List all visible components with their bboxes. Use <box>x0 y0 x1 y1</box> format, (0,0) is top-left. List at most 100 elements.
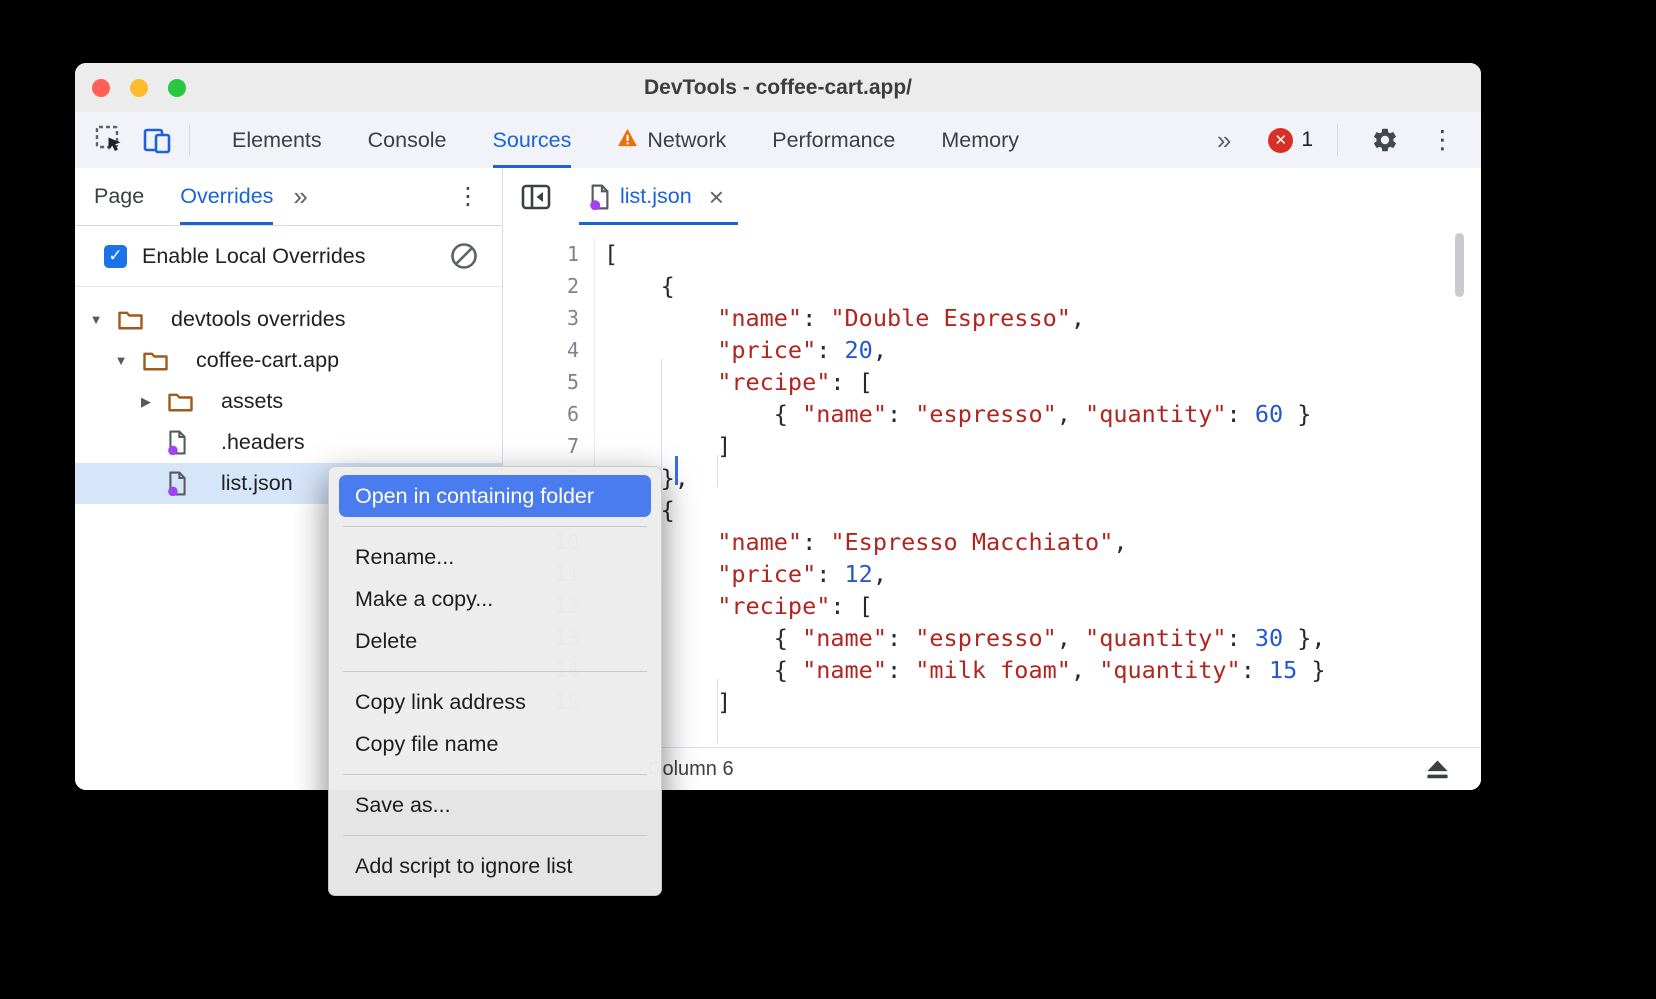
indent-guide <box>717 455 718 487</box>
line-number[interactable]: 6 <box>503 398 595 430</box>
inspect-element-icon[interactable] <box>93 123 127 157</box>
code-line-content: "name": "Espresso Macchiato", <box>595 526 1128 558</box>
window-title: DevTools - coffee-cart.app/ <box>75 63 1481 112</box>
context-menu-item-make-a-copy[interactable]: Make a copy... <box>329 578 661 620</box>
code-line: 7 ] <box>503 430 1481 462</box>
tree-item-coffee-cart-app[interactable]: ▼ coffee-cart.app <box>75 340 502 381</box>
disclosure-expanded-icon[interactable]: ▼ <box>83 312 109 327</box>
warning-icon <box>617 128 638 153</box>
context-menu-item-add-script-to-ignore-list[interactable]: Add script to ignore list <box>329 845 661 887</box>
tab-label: Console <box>368 128 447 153</box>
sidebar-tab-bar: Page Overrides » ⋮ <box>75 168 502 226</box>
folder-icon <box>117 309 151 331</box>
window-titlebar[interactable]: DevTools - coffee-cart.app/ <box>75 63 1481 113</box>
line-number[interactable]: 1 <box>503 238 595 270</box>
tree-item-assets[interactable]: ▶ assets <box>75 381 502 422</box>
context-menu-item-open-in-containing-folder[interactable]: Open in containing folder <box>339 475 651 517</box>
line-number[interactable]: 3 <box>503 302 595 334</box>
line-number[interactable]: 5 <box>503 366 595 398</box>
toolbar-kebab-menu-icon[interactable]: ⋮ <box>1430 125 1455 155</box>
editor-tab-list-json[interactable]: list.json × <box>579 168 738 225</box>
tree-item-label: .headers <box>221 430 305 455</box>
text-cursor <box>675 456 678 485</box>
disclosure-expanded-icon[interactable]: ▼ <box>108 353 134 368</box>
context-menu-item-save-as[interactable]: Save as... <box>329 784 661 826</box>
panel-tabs: Elements Console Sources Network Performance… <box>232 112 1019 168</box>
editor-tab-bar: list.json × <box>503 168 1481 226</box>
eject-icon[interactable] <box>1424 758 1451 781</box>
more-panels-icon[interactable]: » <box>1217 125 1228 156</box>
line-number[interactable]: 2 <box>503 270 595 302</box>
error-count: 1 <box>1301 128 1313 152</box>
tab-sources[interactable]: Sources <box>493 112 572 168</box>
toolbar-separator <box>189 124 190 156</box>
tab-label: Memory <box>941 128 1019 153</box>
file-icon <box>167 471 201 496</box>
line-number[interactable]: 4 <box>503 334 595 366</box>
devtools-window: DevTools - coffee-cart.app/ Elements Cons… <box>75 63 1481 790</box>
tab-label: Sources <box>493 128 572 153</box>
enable-local-overrides-checkbox[interactable]: ✓ <box>104 245 127 268</box>
enable-local-overrides-label: Enable Local Overrides <box>142 244 365 269</box>
tab-label: Performance <box>772 128 895 153</box>
code-line: 4 "price": 20, <box>503 334 1481 366</box>
code-line-content: ] <box>595 430 731 462</box>
tab-label: Elements <box>232 128 322 153</box>
error-x-icon: ✕ <box>1268 128 1293 153</box>
tree-item-headers[interactable]: .headers <box>75 422 502 463</box>
context-menu-item-delete[interactable]: Delete <box>329 620 661 662</box>
code-line: 2 { <box>503 270 1481 302</box>
code-line: 6 { "name": "espresso", "quantity": 60 } <box>503 398 1481 430</box>
code-line-content: [ <box>595 238 618 270</box>
code-line: 3 "name": "Double Espresso", <box>503 302 1481 334</box>
context-menu-separator <box>343 526 647 527</box>
enable-local-overrides-row: ✓ Enable Local Overrides <box>75 226 502 287</box>
context-menu: Open in containing folder Rename...Make a… <box>328 466 662 896</box>
file-icon <box>167 430 201 455</box>
device-toolbar-icon[interactable] <box>141 123 175 157</box>
toolbar-separator <box>1337 124 1338 156</box>
tab-overrides[interactable]: Overrides <box>180 168 273 225</box>
tab-performance[interactable]: Performance <box>772 112 895 168</box>
folder-icon <box>142 350 176 372</box>
code-line-content: { "name": "milk foam", "quantity": 15 } <box>595 654 1326 686</box>
screen-background: DevTools - coffee-cart.app/ Elements Cons… <box>0 0 1656 999</box>
close-tab-icon[interactable]: × <box>709 184 724 210</box>
line-number[interactable]: 7 <box>503 430 595 462</box>
error-count-badge[interactable]: ✕ 1 <box>1268 128 1313 153</box>
tree-item-label: devtools overrides <box>171 307 345 332</box>
tree-item-devtools-overrides[interactable]: ▼ devtools overrides <box>75 299 502 340</box>
context-menu-separator <box>343 671 647 672</box>
sidebar-kebab-menu-icon[interactable]: ⋮ <box>456 182 480 211</box>
disclosure-collapsed-icon[interactable]: ▶ <box>133 394 159 410</box>
context-menu-separator <box>343 774 647 775</box>
tab-memory[interactable]: Memory <box>941 112 1019 168</box>
context-menu-item-copy-link-address[interactable]: Copy link address <box>329 681 661 723</box>
tree-item-label: coffee-cart.app <box>196 348 339 373</box>
collapse-navigator-icon[interactable] <box>519 180 553 214</box>
folder-icon <box>167 391 201 413</box>
clear-configuration-icon[interactable] <box>450 242 478 270</box>
code-line-content: { "name": "espresso", "quantity": 60 } <box>595 398 1311 430</box>
tab-page[interactable]: Page <box>94 168 144 225</box>
file-icon <box>589 184 611 210</box>
tab-label: Network <box>647 128 726 153</box>
code-line: 1[ <box>503 238 1481 270</box>
more-sidebar-tabs-icon[interactable]: » <box>293 181 304 212</box>
devtools-toolbar: Elements Console Sources Network Performance… <box>75 112 1481 168</box>
code-line-content: "name": "Double Espresso", <box>595 302 1085 334</box>
tree-item-label: assets <box>221 389 283 414</box>
code-line-content: { "name": "espresso", "quantity": 30 }, <box>595 622 1326 654</box>
context-menu-item-copy-file-name[interactable]: Copy file name <box>329 723 661 765</box>
editor-tab-label: list.json <box>620 184 692 209</box>
tab-console[interactable]: Console <box>368 112 447 168</box>
tab-elements[interactable]: Elements <box>232 112 322 168</box>
context-menu-item-rename[interactable]: Rename... <box>329 536 661 578</box>
editor-scrollbar-thumb[interactable] <box>1455 233 1464 297</box>
code-line-content: { <box>595 270 675 302</box>
context-menu-separator <box>343 835 647 836</box>
tab-network[interactable]: Network <box>617 112 726 168</box>
settings-gear-icon[interactable] <box>1368 123 1402 157</box>
code-line-content: "price": 20, <box>595 334 887 366</box>
indent-guide <box>717 679 718 743</box>
